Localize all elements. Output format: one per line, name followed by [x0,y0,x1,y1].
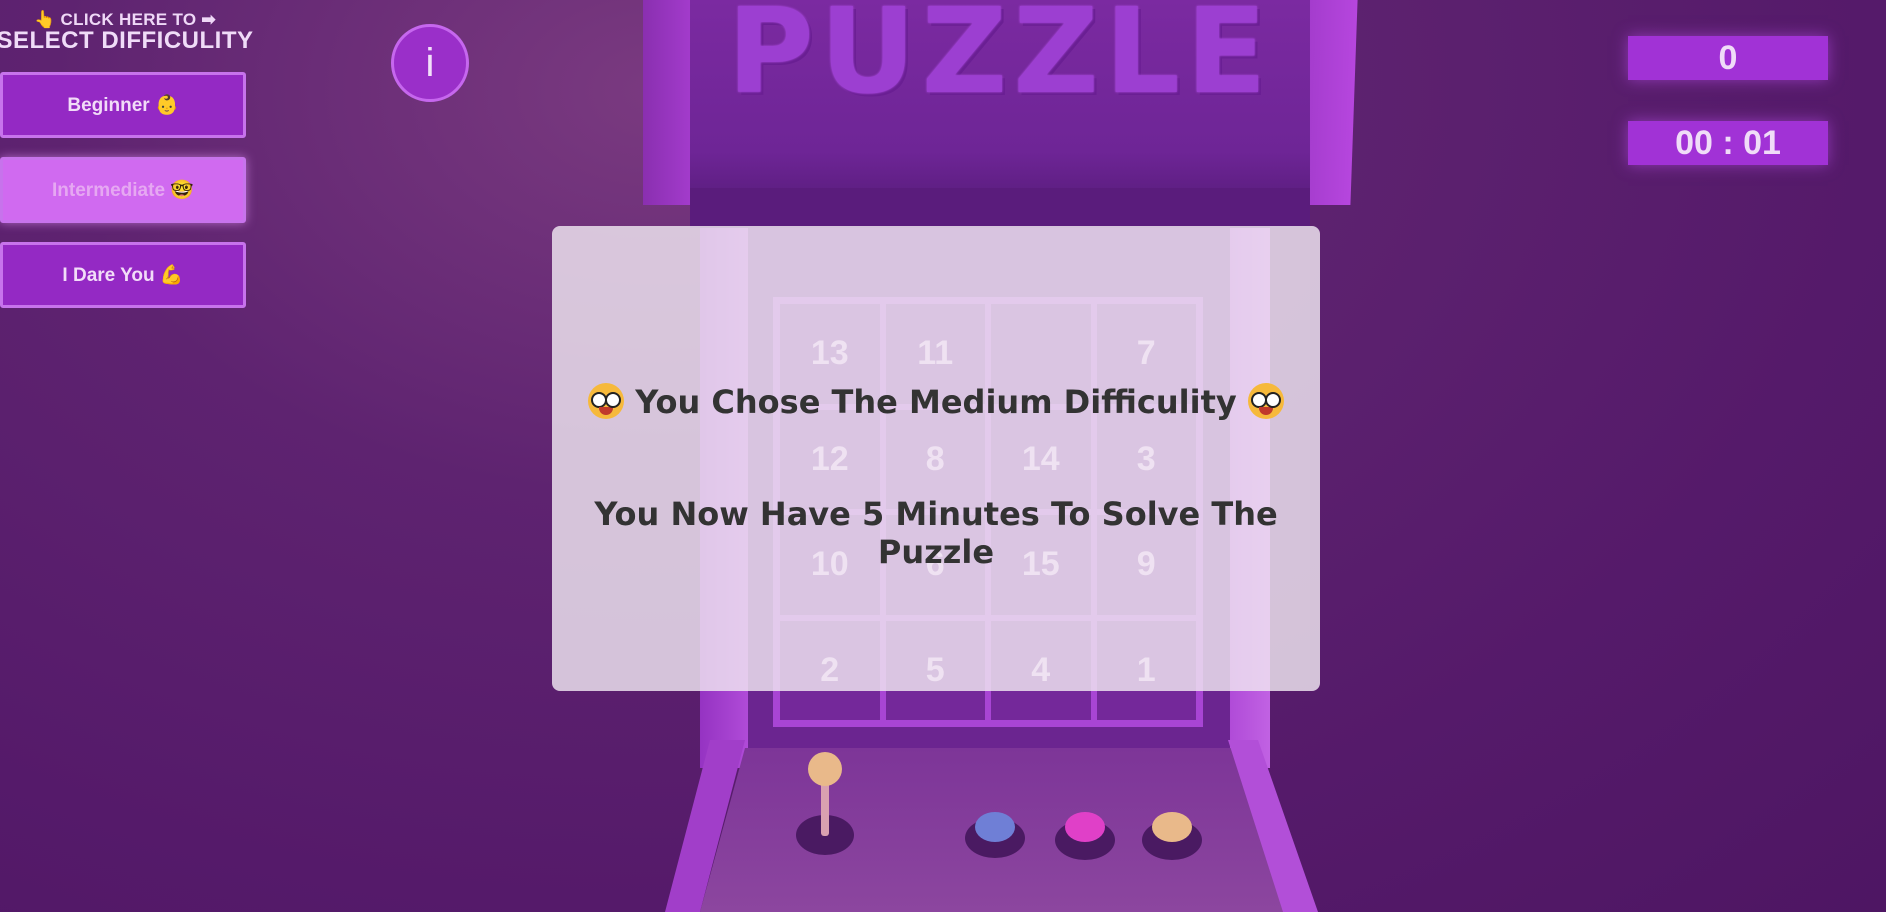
modal-message-difficulty: You Chose The Medium Difficulity [552,383,1320,421]
timer-display: 00 : 01 [1628,121,1828,165]
modal-line-1: You Chose The Medium Difficulity [635,383,1237,421]
beginner-button[interactable]: Beginner 👶 [0,72,246,138]
cabinet-right-side [1302,0,1358,205]
difficulty-heading: SELECT DIFFICULITY [0,27,254,54]
arcade-button-orange[interactable] [1152,812,1192,842]
arcade-button-pink[interactable] [1065,812,1105,842]
moves-counter: 0 [1628,36,1828,80]
cabinet-left-side [643,0,693,205]
info-button[interactable]: i [391,24,469,102]
cabinet-shelf [690,188,1310,228]
arcade-button-blue[interactable] [975,812,1015,842]
cabinet-title: PUZZLE [727,0,1273,120]
difficulty-modal[interactable] [552,226,1320,691]
modal-line-2: You Now Have 5 Minutes To Solve The Puzz… [594,495,1278,571]
nerd-face-icon [1247,383,1284,419]
i-dare-you-button[interactable]: I Dare You 💪 [0,242,246,308]
intermediate-button[interactable]: Intermediate 🤓 [0,157,246,223]
nerd-face-icon [588,383,625,419]
joystick-ball[interactable] [808,752,842,786]
